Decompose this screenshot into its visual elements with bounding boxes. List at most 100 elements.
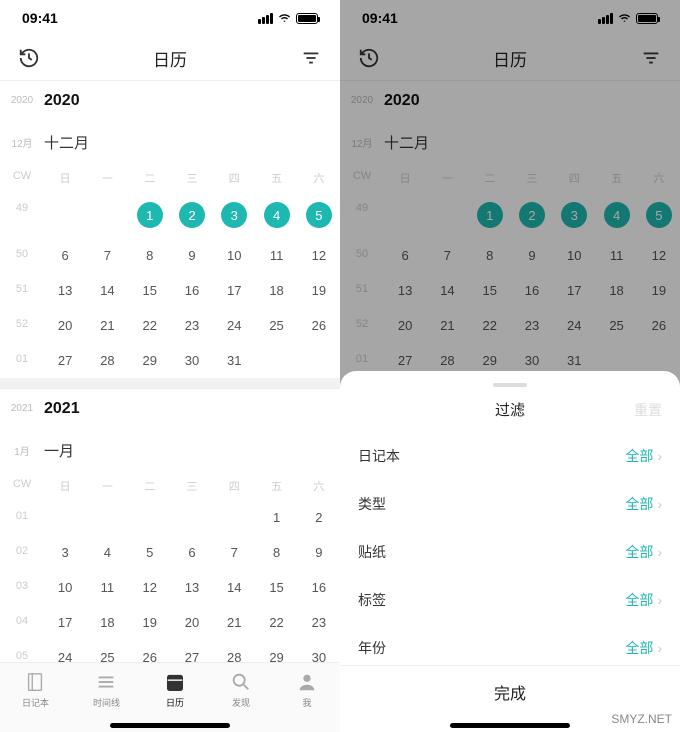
day-cell[interactable]: 4	[255, 192, 297, 238]
weekday-label: 日	[44, 164, 86, 192]
day-cell[interactable]: 25	[255, 308, 297, 343]
filter-value: 全部›	[625, 494, 662, 514]
day-cell[interactable]: 9	[171, 238, 213, 273]
day-cell[interactable]: 23	[298, 605, 340, 640]
cw-label: 50	[0, 238, 44, 273]
week-row: 0112	[0, 500, 340, 535]
day-cell[interactable]: 15	[129, 273, 171, 308]
sheet-handle[interactable]	[493, 383, 527, 387]
day-cell[interactable]: 17	[213, 273, 255, 308]
home-indicator[interactable]	[110, 723, 230, 728]
day-cell[interactable]: 6	[44, 238, 86, 273]
filter-value: 全部›	[625, 542, 662, 562]
day-cell[interactable]: 10	[213, 238, 255, 273]
day-cell[interactable]: 20	[171, 605, 213, 640]
filter-row[interactable]: 贴纸 全部›	[340, 528, 680, 576]
day-cell[interactable]: 21	[86, 308, 128, 343]
day-cell	[129, 500, 171, 535]
home-indicator[interactable]	[450, 723, 570, 728]
year-row: 20202020	[0, 80, 340, 120]
day-cell[interactable]: 31	[213, 343, 255, 378]
day-cell[interactable]: 28	[213, 640, 255, 662]
weekday-label: 二	[129, 472, 171, 500]
day-cell[interactable]: 13	[44, 273, 86, 308]
filter-icon[interactable]	[300, 47, 322, 69]
filter-row[interactable]: 日记本 全部›	[340, 432, 680, 480]
cw-label: 05	[0, 640, 44, 662]
day-cell[interactable]: 12	[298, 238, 340, 273]
day-cell[interactable]: 22	[129, 308, 171, 343]
day-cell[interactable]: 30	[171, 343, 213, 378]
day-cell[interactable]: 11	[86, 570, 128, 605]
day-cell[interactable]: 18	[86, 605, 128, 640]
day-cell[interactable]: 10	[44, 570, 86, 605]
day-cell[interactable]: 7	[213, 535, 255, 570]
day-cell[interactable]: 27	[44, 343, 86, 378]
day-cell[interactable]: 8	[255, 535, 297, 570]
done-button[interactable]: 完成	[340, 665, 680, 718]
calendar-section: 2020202012月十二月CW日一二三四五六49123455067891011…	[0, 80, 340, 378]
month-label: 一月	[44, 440, 74, 461]
day-cell[interactable]: 14	[213, 570, 255, 605]
day-cell	[86, 192, 128, 238]
day-cell[interactable]: 30	[298, 640, 340, 662]
history-icon[interactable]	[18, 47, 40, 69]
day-cell[interactable]: 2	[298, 500, 340, 535]
reset-button[interactable]: 重置	[634, 400, 662, 420]
chevron-right-icon: ›	[657, 592, 662, 608]
day-cell[interactable]: 5	[129, 535, 171, 570]
day-cell[interactable]: 5	[298, 192, 340, 238]
day-cell[interactable]: 3	[213, 192, 255, 238]
day-cell[interactable]: 3	[44, 535, 86, 570]
day-cell[interactable]: 1	[255, 500, 297, 535]
day-cell[interactable]: 11	[255, 238, 297, 273]
day-cell[interactable]: 4	[86, 535, 128, 570]
day-cell[interactable]: 12	[129, 570, 171, 605]
day-cell[interactable]: 14	[86, 273, 128, 308]
weekday-label: 三	[171, 164, 213, 192]
day-cell	[298, 343, 340, 378]
day-cell[interactable]: 1	[129, 192, 171, 238]
day-cell[interactable]: 25	[86, 640, 128, 662]
day-cell[interactable]: 15	[255, 570, 297, 605]
day-cell[interactable]: 19	[298, 273, 340, 308]
day-cell[interactable]: 20	[44, 308, 86, 343]
watermark: SMYZ.NET	[611, 712, 672, 726]
day-cell[interactable]: 16	[171, 273, 213, 308]
day-cell[interactable]: 22	[255, 605, 297, 640]
day-cell[interactable]: 16	[298, 570, 340, 605]
day-cell[interactable]: 27	[171, 640, 213, 662]
day-cell[interactable]: 18	[255, 273, 297, 308]
year-row: 20212021	[0, 388, 340, 428]
tab-diary[interactable]: 日记本	[22, 671, 49, 732]
day-cell[interactable]: 23	[171, 308, 213, 343]
day-cell[interactable]: 24	[213, 308, 255, 343]
day-cell[interactable]: 7	[86, 238, 128, 273]
day-cell[interactable]: 24	[44, 640, 86, 662]
day-cell[interactable]: 13	[171, 570, 213, 605]
day-cell[interactable]: 9	[298, 535, 340, 570]
weekday-row: CW日一二三四五六	[0, 164, 340, 192]
filter-label: 类型	[358, 494, 386, 514]
day-cell[interactable]: 6	[171, 535, 213, 570]
day-cell[interactable]: 29	[129, 343, 171, 378]
day-cell[interactable]: 26	[298, 308, 340, 343]
day-cell[interactable]: 28	[86, 343, 128, 378]
year-label: 2020	[44, 92, 80, 110]
day-cell	[86, 500, 128, 535]
day-cell[interactable]: 17	[44, 605, 86, 640]
calendar-scroll[interactable]: 2020202012月十二月CW日一二三四五六49123455067891011…	[0, 80, 340, 662]
day-cell[interactable]: 19	[129, 605, 171, 640]
day-cell[interactable]: 26	[129, 640, 171, 662]
filter-row[interactable]: 标签 全部›	[340, 576, 680, 624]
day-cell[interactable]: 29	[255, 640, 297, 662]
day-cell[interactable]: 8	[129, 238, 171, 273]
day-cell	[255, 343, 297, 378]
weekday-row: CW日一二三四五六	[0, 472, 340, 500]
day-cell[interactable]: 21	[213, 605, 255, 640]
tab-discover[interactable]: 发现	[230, 671, 252, 732]
filter-row[interactable]: 类型 全部›	[340, 480, 680, 528]
tab-me[interactable]: 我	[296, 671, 318, 732]
day-cell[interactable]: 2	[171, 192, 213, 238]
weekday-label: 二	[129, 164, 171, 192]
